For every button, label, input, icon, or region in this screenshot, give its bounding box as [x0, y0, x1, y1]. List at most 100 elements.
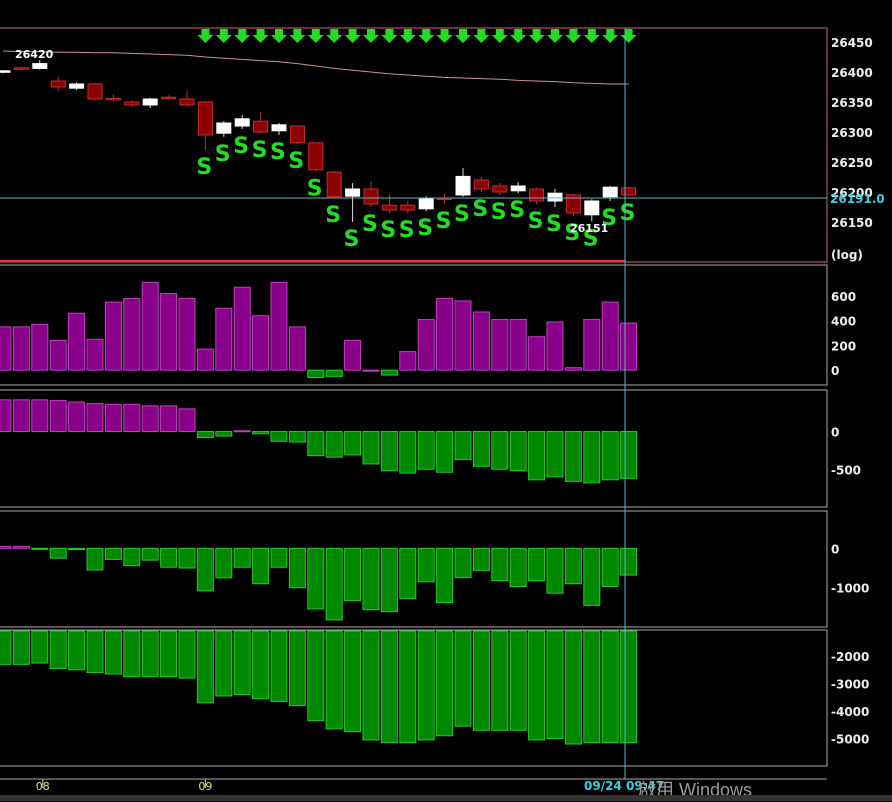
candle-body: [529, 188, 545, 202]
sell-signal-marker: S: [472, 197, 488, 222]
indicator-bar: [528, 547, 546, 582]
indicator-bar: [0, 630, 12, 665]
indicator-bar: [399, 351, 417, 371]
indicator-tick-label: 600: [831, 290, 856, 304]
indicator-bar: [528, 336, 546, 371]
indicator-bar: [31, 323, 49, 371]
indicator-bar: [104, 301, 122, 371]
candle-body: [602, 186, 618, 198]
candle-body: [161, 96, 177, 100]
indicator-bar: [160, 630, 178, 678]
indicator-bar: [362, 630, 380, 741]
candle-body: [345, 188, 361, 197]
indicator-bar: [31, 399, 49, 433]
indicator-bar: [472, 630, 490, 731]
indicator-bar: [160, 292, 178, 371]
indicator-bar: [12, 399, 30, 433]
sell-signal-marker: S: [436, 209, 452, 234]
sell-signal-marker: S: [528, 209, 544, 234]
indicator-bar: [12, 326, 30, 371]
indicator-bar: [546, 321, 564, 371]
down-arrow-signal-icon: [215, 29, 232, 43]
indicator-bar: [215, 431, 233, 437]
indicator-bar: [344, 339, 362, 371]
indicator-tick-label: -4000: [831, 705, 869, 719]
stock-chart[interactable]: 26450264002635026300262502620026150(log)…: [0, 0, 892, 801]
indicator-bar: [583, 630, 601, 744]
indicator-bar: [233, 430, 251, 433]
indicator-bar: [583, 431, 601, 484]
candle-body: [363, 188, 379, 205]
log-scale-label: (log): [831, 248, 863, 262]
indicator-bar: [344, 431, 362, 456]
indicator-bar: [196, 547, 214, 592]
indicator-bar: [68, 312, 86, 371]
down-arrow-signal-icon: [528, 29, 545, 43]
indicator-bar: [620, 630, 638, 744]
sell-signal-marker: S: [620, 201, 636, 226]
sell-signal-marker: S: [509, 198, 525, 223]
indicator-bar: [270, 630, 288, 702]
indicator-bar: [12, 630, 30, 665]
candle-body: [105, 97, 121, 101]
sell-signal-marker: S: [399, 218, 415, 243]
indicator-bar: [601, 301, 619, 371]
indicator-bar: [380, 547, 398, 613]
indicator-bar: [564, 630, 582, 745]
indicator-bar: [123, 547, 141, 567]
indicator-bar: [509, 630, 527, 731]
candle-body: [326, 171, 342, 198]
candle-body: [271, 124, 287, 132]
sell-signal-marker: S: [362, 212, 378, 237]
price-tick-label: 26300: [831, 126, 873, 140]
price-tick-label: 26250: [831, 156, 873, 170]
indicator-bar: [196, 630, 214, 704]
indicator-bar: [270, 431, 288, 442]
indicator-bar: [325, 630, 343, 730]
down-arrow-signal-icon: [363, 29, 379, 43]
down-arrow-signal-icon: [602, 29, 619, 43]
indicator-bar: [472, 311, 490, 371]
sell-signal-marker: S: [454, 202, 470, 227]
indicator-bar: [454, 431, 472, 460]
indicator-bar: [86, 338, 104, 371]
sell-signal-marker: S: [270, 140, 286, 165]
indicator-bar: [196, 431, 214, 439]
indicator-tick-label: 0: [831, 542, 839, 556]
indicator-bar: [491, 318, 509, 371]
down-arrow-signal-icon: [289, 29, 306, 43]
indicator-bar: [104, 403, 122, 433]
candle-body: [418, 197, 434, 210]
candle-body: [289, 125, 305, 144]
sell-signal-marker: S: [215, 142, 231, 167]
indicator-bar: [49, 630, 67, 669]
indicator-bar: [252, 315, 270, 371]
indicator-bar: [123, 403, 141, 433]
indicator-bar: [252, 547, 270, 585]
indicator-bar: [380, 369, 398, 376]
indicator-bar: [436, 297, 454, 371]
indicator-tick-label: 0: [831, 364, 839, 378]
indicator-bar: [564, 547, 582, 585]
indicator-bar: [344, 547, 362, 602]
candle-body: [253, 120, 269, 133]
indicator-bar: [288, 630, 306, 707]
candle-body: [50, 80, 66, 88]
indicator-bar: [49, 400, 67, 433]
sell-signal-marker: S: [288, 149, 304, 174]
down-arrow-signal-icon: [234, 29, 251, 43]
sell-signal-marker: S: [325, 203, 341, 228]
indicator-bar: [288, 547, 306, 589]
indicator-bar: [436, 431, 454, 473]
indicator-bar: [325, 547, 343, 621]
candle-body: [400, 204, 416, 211]
indicator-tick-label: 200: [831, 339, 856, 353]
high-price-label: 26420: [15, 48, 54, 61]
indicator-tick-label: -500: [831, 463, 861, 477]
candle-body: [473, 179, 489, 190]
indicator-bar: [141, 281, 159, 371]
indicator-bar: [307, 547, 325, 610]
indicator-bar: [601, 431, 619, 481]
down-arrow-signal-icon: [510, 29, 527, 43]
indicator-bar: [454, 547, 472, 578]
